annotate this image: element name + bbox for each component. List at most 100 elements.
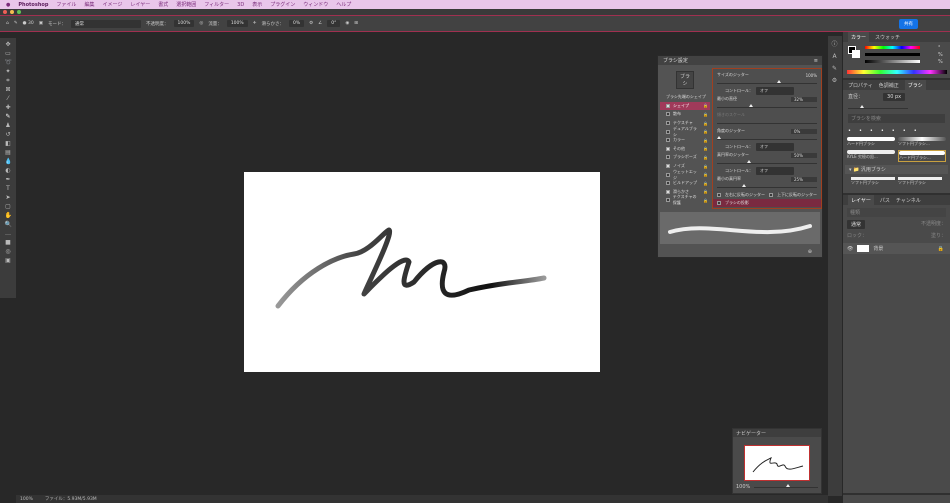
brush-tool-icon[interactable]: ✎ — [14, 21, 18, 26]
menu-layer[interactable]: レイヤー — [130, 1, 150, 8]
zoom-icon[interactable]: 🔍 — [5, 221, 12, 228]
brush-preset[interactable]: KYLE 究極の鉛... — [847, 150, 895, 162]
min-diameter-value[interactable]: 32% — [791, 96, 817, 102]
lock-icon[interactable]: 🔒 — [703, 138, 708, 143]
create-brush-icon[interactable]: ⊕ — [808, 249, 812, 255]
size-control-select[interactable]: オフ — [756, 87, 794, 95]
menu-help[interactable]: ヘルプ — [336, 1, 351, 8]
menu-type[interactable]: 書式 — [158, 1, 168, 8]
setting-checkbox[interactable] — [666, 164, 670, 169]
tab-swatches[interactable]: スウォッチ — [875, 34, 900, 41]
setting-checkbox[interactable] — [666, 172, 670, 177]
color-ramp[interactable] — [847, 70, 947, 74]
brush-settings-icon[interactable]: ✎ — [831, 65, 838, 72]
character-icon[interactable]: A — [831, 53, 838, 60]
type-icon[interactable]: T — [5, 185, 12, 192]
angle-control-select[interactable]: オフ — [756, 143, 794, 151]
setting-checkbox[interactable] — [666, 181, 670, 186]
marquee-tool-icon[interactable]: ▭ — [5, 50, 12, 57]
size-slider[interactable] — [848, 104, 908, 112]
hue-slider[interactable] — [865, 46, 920, 49]
menu-window[interactable]: ウィンドウ — [303, 1, 328, 8]
history-brush-icon[interactable]: ↺ — [5, 131, 12, 138]
brush-setting-item[interactable]: その他 🔒 — [660, 145, 710, 154]
navigator-zoom[interactable]: 100% — [736, 484, 750, 490]
more-icon[interactable]: … — [5, 230, 12, 237]
dodge-icon[interactable]: ◐ — [5, 167, 12, 174]
setting-checkbox[interactable] — [666, 103, 670, 108]
lock-icon[interactable]: 🔒 — [703, 129, 708, 134]
setting-checkbox[interactable] — [666, 129, 670, 134]
brush-preset[interactable]: ソフト円ブラシ — [898, 177, 942, 186]
layer-row[interactable]: 👁 背景 🔒 — [843, 243, 950, 254]
menu-filter[interactable]: フィルター — [204, 1, 229, 8]
lock-icon[interactable]: 🔒 — [703, 146, 708, 151]
apple-icon[interactable]: ● — [6, 2, 10, 8]
document-canvas[interactable] — [244, 172, 600, 372]
minimize-button[interactable] — [10, 10, 14, 14]
lock-icon[interactable]: 🔒 — [703, 198, 708, 203]
gradient-icon[interactable]: ▤ — [5, 149, 12, 156]
airbrush-icon[interactable]: ✈ — [253, 21, 257, 26]
menu-plugins[interactable]: プラグイン — [270, 1, 295, 8]
close-button[interactable] — [3, 10, 7, 14]
quick-mask-icon[interactable]: ◎ — [5, 248, 12, 255]
tab-adjustments[interactable]: 色調補正 — [879, 82, 899, 89]
home-icon[interactable]: ⌂ — [6, 21, 9, 26]
lock-icon[interactable]: 🔒 — [703, 112, 708, 117]
flip-y-checkbox[interactable] — [769, 193, 773, 197]
menu-edit[interactable]: 編集 — [84, 1, 94, 8]
move-tool-icon[interactable]: ✥ — [5, 41, 12, 48]
panel-menu-icon[interactable]: ≡ — [814, 58, 818, 64]
info-icon[interactable]: ⓘ — [831, 41, 838, 48]
brush-setting-item[interactable]: ビルドアップ 🔒 — [660, 179, 710, 188]
angle-input[interactable]: 0° — [327, 20, 341, 27]
setting-checkbox[interactable] — [666, 121, 670, 126]
brush-tip-dots[interactable]: ••••••• — [843, 125, 950, 137]
projection-checkbox[interactable] — [717, 201, 721, 205]
brush-setting-item[interactable]: 散布 🔒 — [660, 110, 710, 119]
lock-icon[interactable]: 🔒 — [703, 189, 708, 194]
setting-checkbox[interactable] — [666, 146, 670, 151]
brushes-button[interactable]: ブラシ — [676, 71, 694, 89]
size-jitter-value[interactable]: 100% — [806, 73, 817, 78]
brush-preset[interactable]: ソフト円ブラシ... — [898, 137, 946, 147]
brush-setting-item[interactable]: シェイプ 🔒 — [660, 101, 710, 111]
setting-checkbox[interactable] — [666, 155, 670, 160]
background-color[interactable] — [852, 50, 860, 58]
hand-icon[interactable]: ✋ — [5, 212, 12, 219]
angle-jitter-slider[interactable] — [717, 135, 817, 143]
screen-mode-icon[interactable]: ▣ — [5, 257, 12, 264]
size-jitter-slider[interactable] — [717, 79, 817, 87]
brightness-slider[interactable] — [865, 60, 920, 63]
pressure-opacity-icon[interactable]: ◎ — [199, 21, 203, 26]
lock-icon[interactable]: 🔒 — [703, 155, 708, 160]
frame-tool-icon[interactable]: ⊠ — [5, 86, 12, 93]
3d-icon[interactable]: ⚙ — [831, 77, 838, 84]
share-button[interactable]: 共有 — [899, 19, 918, 29]
angle-jitter-value[interactable]: 0% — [791, 128, 817, 134]
saturation-slider[interactable] — [865, 53, 920, 56]
pen-icon[interactable]: ✒ — [5, 176, 12, 183]
brush-search-input[interactable]: ブラシを検索 — [848, 114, 945, 123]
clone-stamp-icon[interactable]: ♟ — [5, 122, 12, 129]
brush-preset[interactable]: ソフト円ブラシ — [851, 177, 895, 186]
symmetry-icon[interactable]: ⊞ — [354, 21, 358, 26]
menu-file[interactable]: ファイル — [56, 1, 76, 8]
min-roundness-value[interactable]: 25% — [791, 176, 817, 182]
setting-checkbox[interactable] — [666, 198, 670, 203]
setting-checkbox[interactable] — [666, 112, 670, 117]
brush-setting-item[interactable]: ウェットエッジ 🔒 — [660, 169, 710, 180]
roundness-jitter-value[interactable]: 50% — [791, 152, 817, 158]
lock-icon[interactable]: 🔒 — [703, 121, 708, 126]
lock-icon[interactable]: 🔒 — [703, 181, 708, 186]
tab-layers[interactable]: レイヤー — [848, 194, 874, 206]
tab-brushes[interactable]: ブラシ — [904, 79, 926, 91]
healing-brush-icon[interactable]: ✚ — [5, 104, 12, 111]
path-select-icon[interactable]: ➤ — [5, 194, 12, 201]
status-zoom[interactable]: 100% — [20, 497, 33, 502]
rectangle-icon[interactable]: ▢ — [5, 203, 12, 210]
setting-checkbox[interactable] — [666, 189, 670, 194]
zoom-button[interactable] — [17, 10, 21, 14]
brush-preset-picker[interactable]: ● 30 — [23, 21, 34, 26]
